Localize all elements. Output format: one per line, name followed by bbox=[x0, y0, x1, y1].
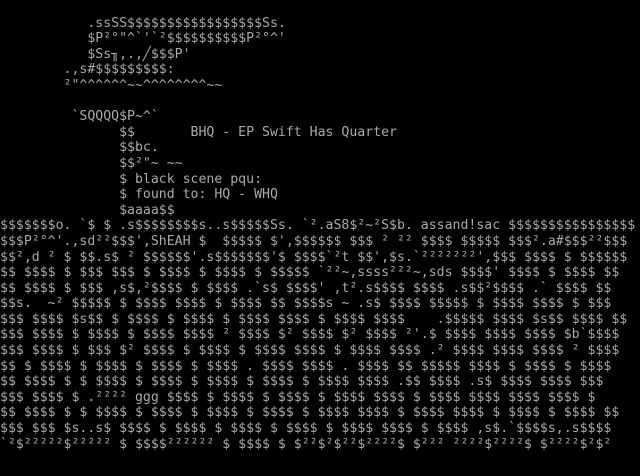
terminal-line: $$ BHQ - EP Swift Has Quarter bbox=[0, 124, 397, 140]
terminal-line: $P²°"^`'`²$$$$$$$$$$P²°^' bbox=[0, 31, 286, 47]
terminal-line: $$s. ~² $$$$$ $ $$$$ $$$$ $ $$$$ $$ $$$$… bbox=[0, 296, 612, 312]
terminal-line: .ssSS$$$$$$$$$$$$$$$$$Ss. bbox=[0, 15, 286, 31]
terminal-line: $$$$$$$o. `$ $ .s$$$$$$$$s..s$$$$$Ss. `²… bbox=[0, 218, 636, 234]
terminal-line: `²$²²²²²$²²²²² $ $$$$²²²²²² $ $$$$ $ $²²… bbox=[0, 436, 612, 452]
terminal-line: $Ss╖,.,╱$$$P' bbox=[0, 46, 191, 62]
terminal-line: $aaaa$$ bbox=[0, 202, 175, 218]
terminal-line: $$²"~ ~~ bbox=[0, 155, 183, 171]
terminal-line: $$$ $$$$ $s$$ $ $$$$ $ $$$$ $ $$$$ $$$$ … bbox=[0, 311, 628, 327]
terminal-line: .,s#$$$$$$$$$: bbox=[0, 62, 175, 78]
terminal-line: $$ $$$$ $ $$$ ,s$,²$$$$ $ $$$$ .`s$ $$$$… bbox=[0, 280, 612, 296]
ascii-art-display: .ssSS$$$$$$$$$$$$$$$$$Ss. $P²°"^`'`²$$$$… bbox=[0, 0, 635, 452]
terminal-line: $$ $$$$ $ $ $$$$ $ $$$$ $ $$$$ $ $$$$ $ … bbox=[0, 374, 604, 390]
terminal-line: `SQQQQ$P~^` bbox=[0, 109, 159, 125]
terminal-line: $$$P²°^'.,sd²²$$$',ShEAH $ $$$$$ $',$$$$… bbox=[0, 233, 628, 249]
terminal-line: ²"^^^^^^~~^^^^^^^^~~ bbox=[0, 77, 223, 93]
terminal-line: $$ $ $$$$ $ $$$$ $ $$$$ $ $$$$ . $$$$ $$… bbox=[0, 358, 612, 374]
terminal-line: $$ $$$$ $ $ $$$$ $ $$$$ $ $$$$ $ $$$$ $ … bbox=[0, 405, 620, 421]
terminal-line: $ black scene pqu: bbox=[0, 171, 263, 187]
terminal-line: $$$ $$$$ $ $$$$ $ $$$$ $$$$ ² $$$$ $² $$… bbox=[0, 327, 620, 343]
terminal-screen: .ssSS$$$$$$$$$$$$$$$$$Ss. $P²°"^`'`²$$$$… bbox=[0, 0, 640, 476]
terminal-line: $$ $$$$ $ $$$ $$$ $ $$$$ $ $$$$ $ $$$$$ … bbox=[0, 265, 620, 281]
terminal-line: $$²,d ² $ $$.s$ ² $$$$$$'.s$$$$$$$'$ $$$… bbox=[0, 249, 628, 265]
terminal-line: $ found to: HQ - WHQ bbox=[0, 187, 278, 203]
terminal-line: $$$ $$$$ $ .²²²² ggg $$$$ $ $$$$ $ $$$$ … bbox=[0, 389, 596, 405]
terminal-line: $$$ $$$ $s..s$ $$$$ $ $$$$ $ $$$$ $ $$$$… bbox=[0, 421, 612, 437]
terminal-line: $$$ $$$$ $ $$$ $² $$$$ $ $$$$ $ $$$$ $$$… bbox=[0, 343, 620, 359]
terminal-line: $$bc. bbox=[0, 140, 159, 156]
